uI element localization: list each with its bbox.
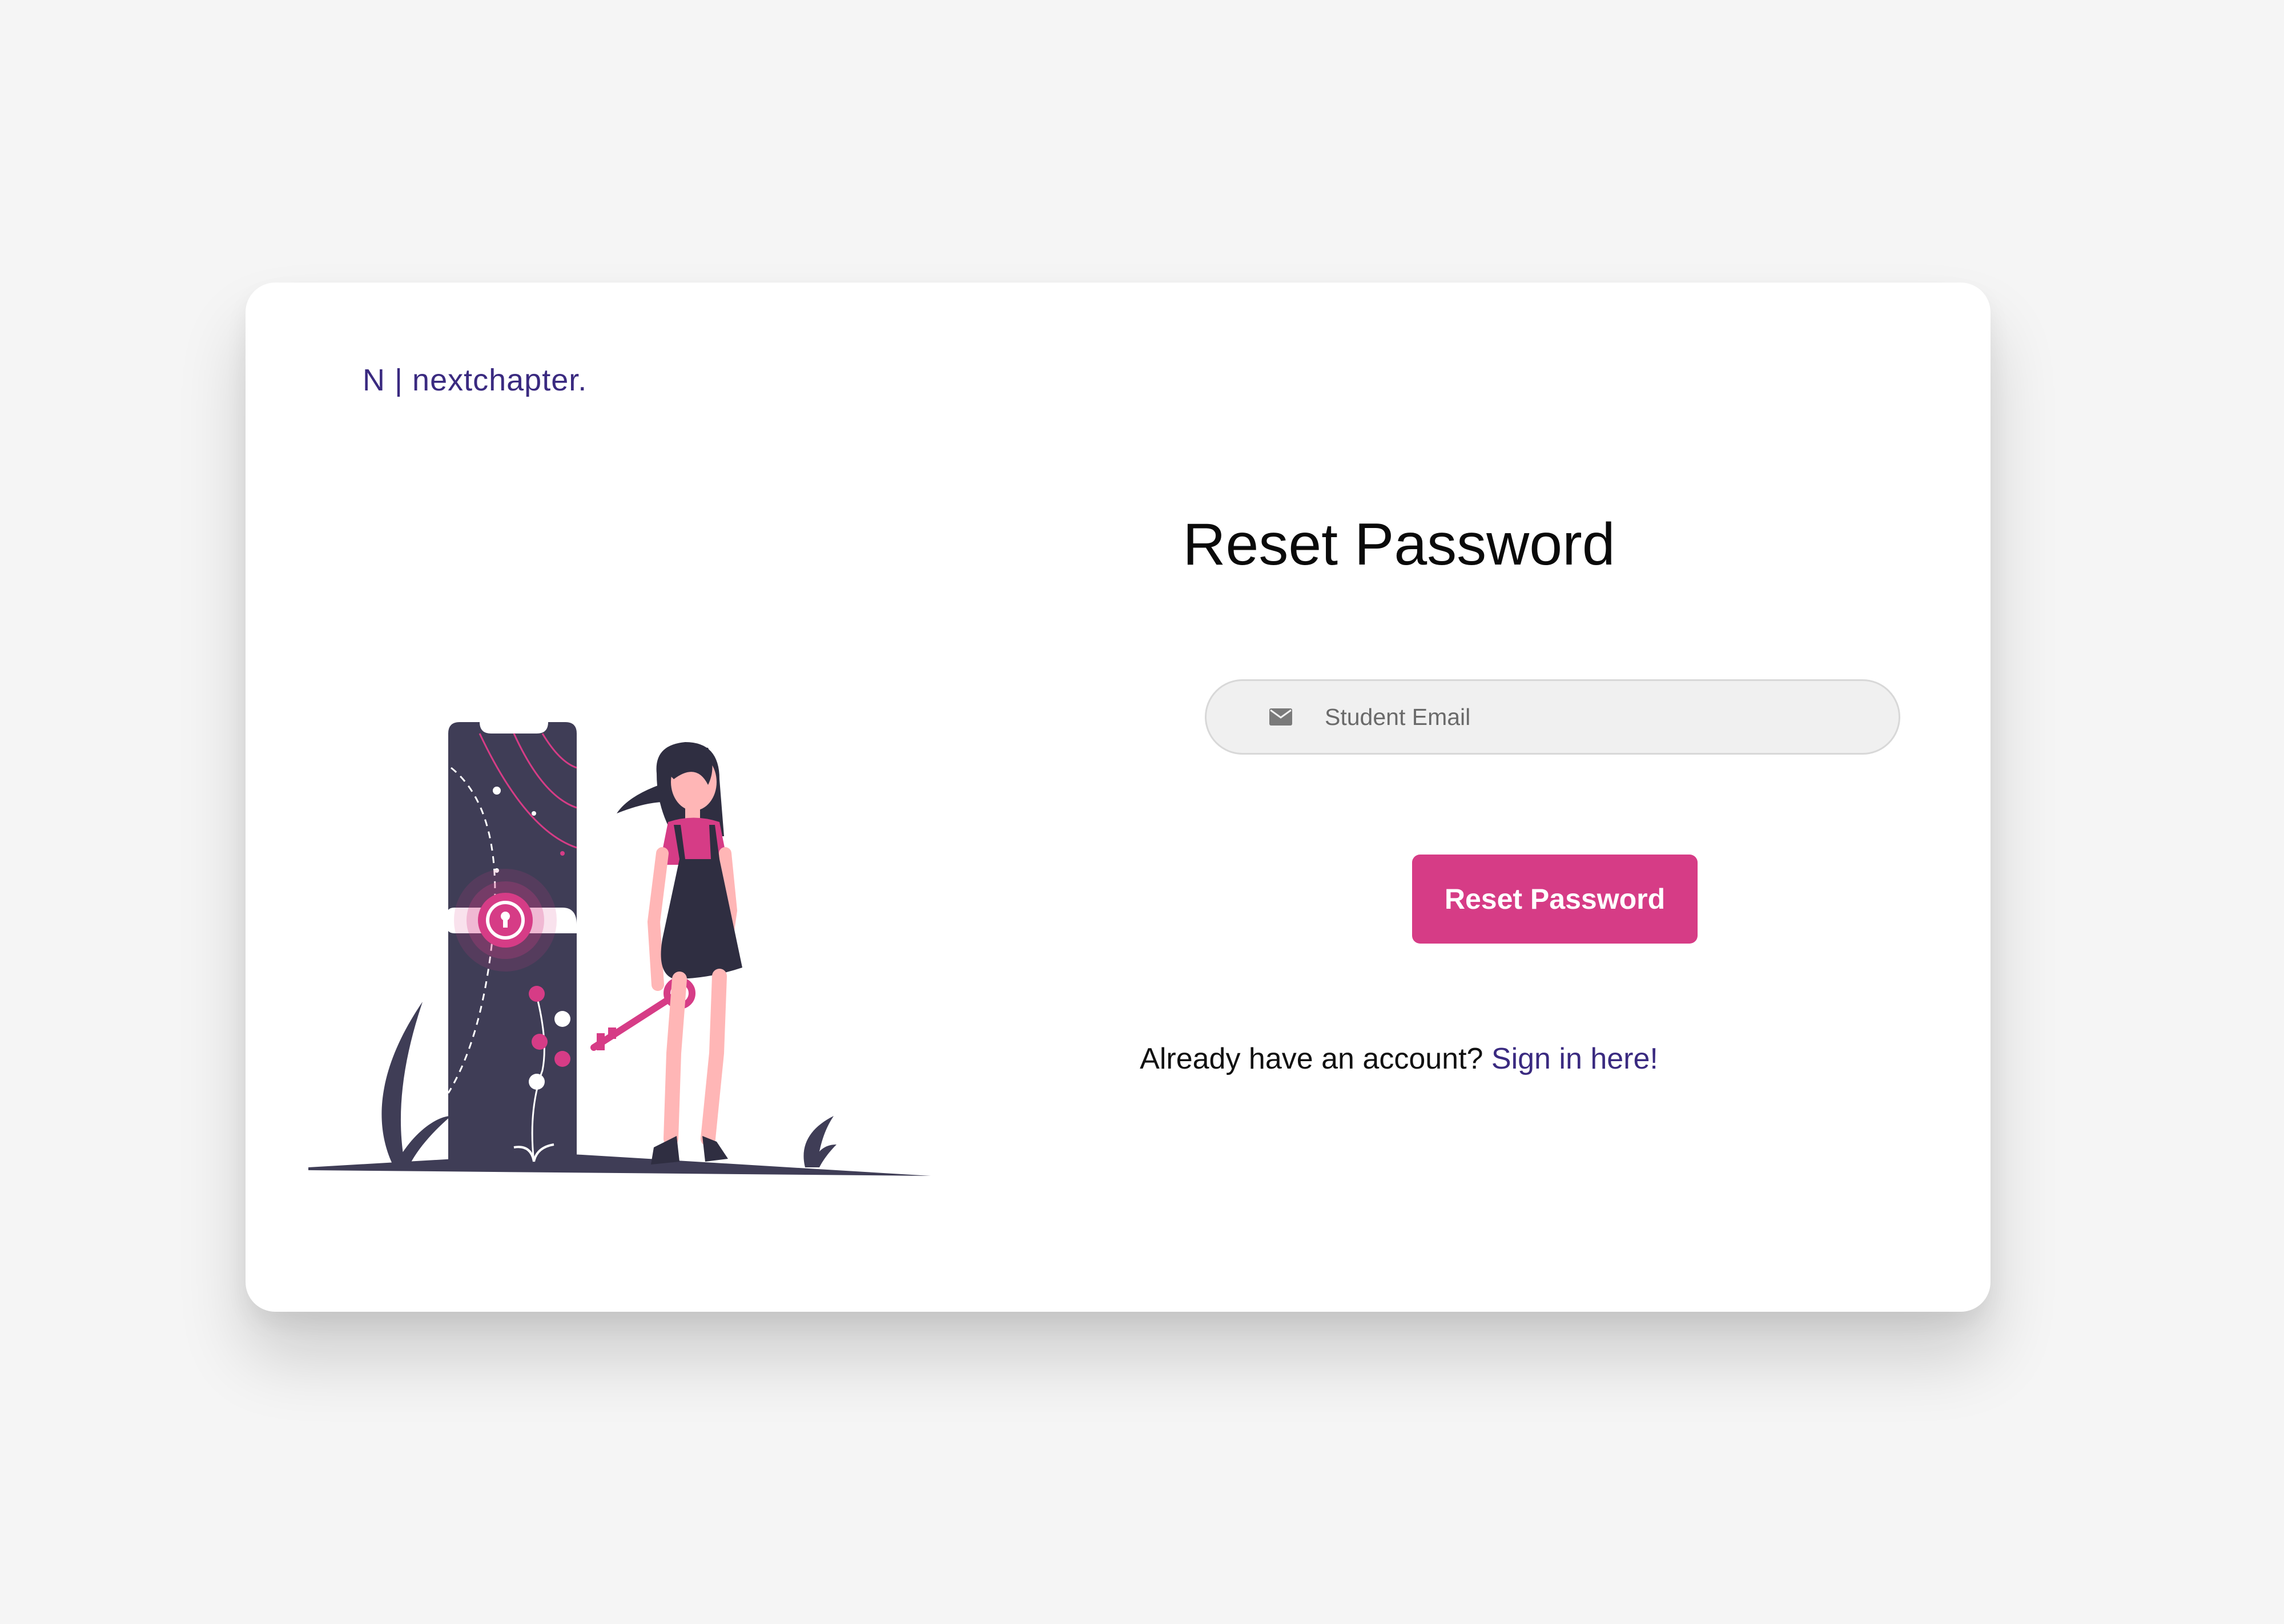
- brand-logo[interactable]: N | nextchapter.: [363, 362, 587, 398]
- reset-password-card: N | nextchapter. Reset Password Student …: [246, 283, 1991, 1312]
- email-input[interactable]: [1324, 681, 1876, 753]
- page-title: Reset Password: [1183, 511, 1615, 578]
- email-field[interactable]: [1205, 679, 1900, 755]
- signin-prompt-text: Already have an account?: [1140, 1042, 1491, 1075]
- envelope-icon: [1269, 708, 1292, 726]
- phone-lock-key-illustration: [308, 722, 931, 1176]
- reset-password-button[interactable]: Reset Password: [1412, 855, 1698, 944]
- signin-prompt: Already have an account? Sign in here!: [982, 1042, 1816, 1076]
- signin-link[interactable]: Sign in here!: [1491, 1042, 1658, 1075]
